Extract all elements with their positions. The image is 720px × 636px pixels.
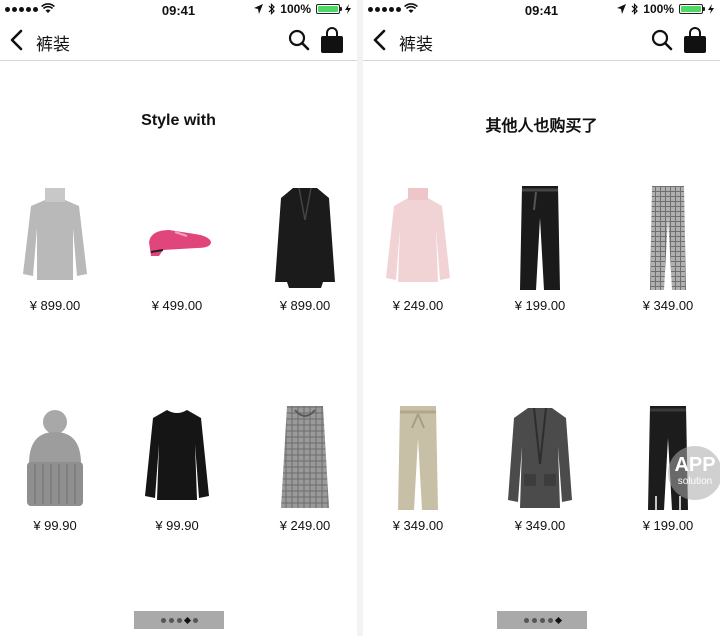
product-price: ¥ 499.00: [151, 298, 203, 313]
product-price: ¥ 349.00: [392, 518, 444, 533]
shopping-bag-icon[interactable]: [319, 26, 345, 54]
product-card[interactable]: ¥ 199.00: [485, 184, 595, 334]
shopping-bag-icon[interactable]: [682, 26, 708, 54]
gray-turtleneck-sweater-image: [23, 188, 87, 280]
section-title: 其他人也购买了: [485, 118, 598, 135]
left-screen: 09:41 100% 裤装 Style with ¥ 899.00 ¥ 499.…: [0, 0, 357, 636]
page-dot: [160, 617, 166, 623]
page-dot-active: [183, 616, 191, 624]
product-card[interactable]: ¥ 899.00: [0, 184, 110, 334]
product-card[interactable]: ¥ 349.00: [363, 404, 473, 554]
product-card[interactable]: ¥ 99.90: [122, 404, 232, 554]
page-title: 裤装: [399, 35, 433, 54]
page-dot: [523, 617, 529, 623]
black-coat-image: [275, 187, 335, 288]
page-indicator[interactable]: [497, 611, 587, 629]
pink-metallic-loafer-image: [149, 230, 211, 256]
search-icon[interactable]: [287, 28, 311, 52]
status-bar: 09:41 100%: [0, 0, 357, 20]
section-title: Style with: [141, 112, 216, 129]
page-title: 裤装: [36, 35, 70, 54]
battery-percent: 100%: [643, 2, 674, 16]
product-card[interactable]: ¥ 99.90: [0, 404, 110, 554]
location-arrow-icon: [254, 4, 264, 14]
black-belted-trousers-image: [520, 186, 560, 290]
product-card[interactable]: ¥ 899.00: [250, 184, 357, 334]
product-price: ¥ 99.90: [33, 518, 77, 533]
product-price: ¥ 99.90: [155, 518, 199, 533]
beige-paperbag-trousers-image: [398, 406, 438, 510]
chevron-left-icon[interactable]: [369, 28, 391, 52]
page-dot: [168, 617, 174, 623]
product-price: ¥ 199.00: [514, 298, 566, 313]
product-card[interactable]: ¥ 249.00: [250, 404, 357, 554]
product-card[interactable]: ¥ 349.00: [485, 404, 595, 554]
chevron-left-icon[interactable]: [6, 28, 28, 52]
location-arrow-icon: [617, 4, 627, 14]
page-dot-active: [554, 616, 562, 624]
search-icon[interactable]: [650, 28, 674, 52]
product-price: ¥ 899.00: [279, 298, 331, 313]
bluetooth-icon: [631, 3, 639, 15]
status-bar: 09:41 100%: [363, 0, 720, 20]
black-blouse-image: [145, 410, 209, 500]
nav-bar: 裤装: [0, 20, 357, 61]
battery-percent: 100%: [280, 2, 311, 16]
product-card[interactable]: ¥ 349.00: [613, 184, 720, 334]
pink-knit-sweater-image: [386, 188, 450, 282]
product-card[interactable]: ¥ 499.00: [122, 184, 232, 334]
product-price: ¥ 349.00: [642, 298, 694, 313]
page-dot: [547, 617, 553, 623]
product-price: ¥ 349.00: [514, 518, 566, 533]
page-dot: [539, 617, 545, 623]
watermark-line1: APP: [674, 454, 716, 476]
app-solution-watermark: APP solution: [668, 446, 720, 500]
charging-bolt-icon: [345, 4, 351, 14]
battery-icon: [679, 4, 705, 14]
product-price: ¥ 899.00: [29, 298, 81, 313]
product-card[interactable]: ¥ 249.00: [363, 184, 473, 334]
houndstooth-trousers-image: [650, 186, 686, 290]
page-indicator[interactable]: [134, 611, 224, 629]
product-price: ¥ 199.00: [642, 518, 694, 533]
bluetooth-icon: [268, 3, 276, 15]
gray-knit-cardigan-image: [508, 407, 572, 508]
nav-bar: 裤装: [363, 20, 720, 61]
page-dot: [176, 617, 182, 623]
page-dot: [192, 617, 198, 623]
page-dot: [531, 617, 537, 623]
right-screen: 09:41 100% 裤装 其他人也购买了 ¥ 249.00 ¥ 199.00: [363, 0, 720, 636]
battery-icon: [316, 4, 342, 14]
product-price: ¥ 249.00: [279, 518, 331, 533]
watermark-line2: solution: [677, 476, 713, 487]
plaid-pencil-skirt-image: [281, 406, 329, 508]
charging-bolt-icon: [708, 4, 714, 14]
gray-knit-beanie-image: [27, 410, 83, 506]
product-price: ¥ 249.00: [392, 298, 444, 313]
